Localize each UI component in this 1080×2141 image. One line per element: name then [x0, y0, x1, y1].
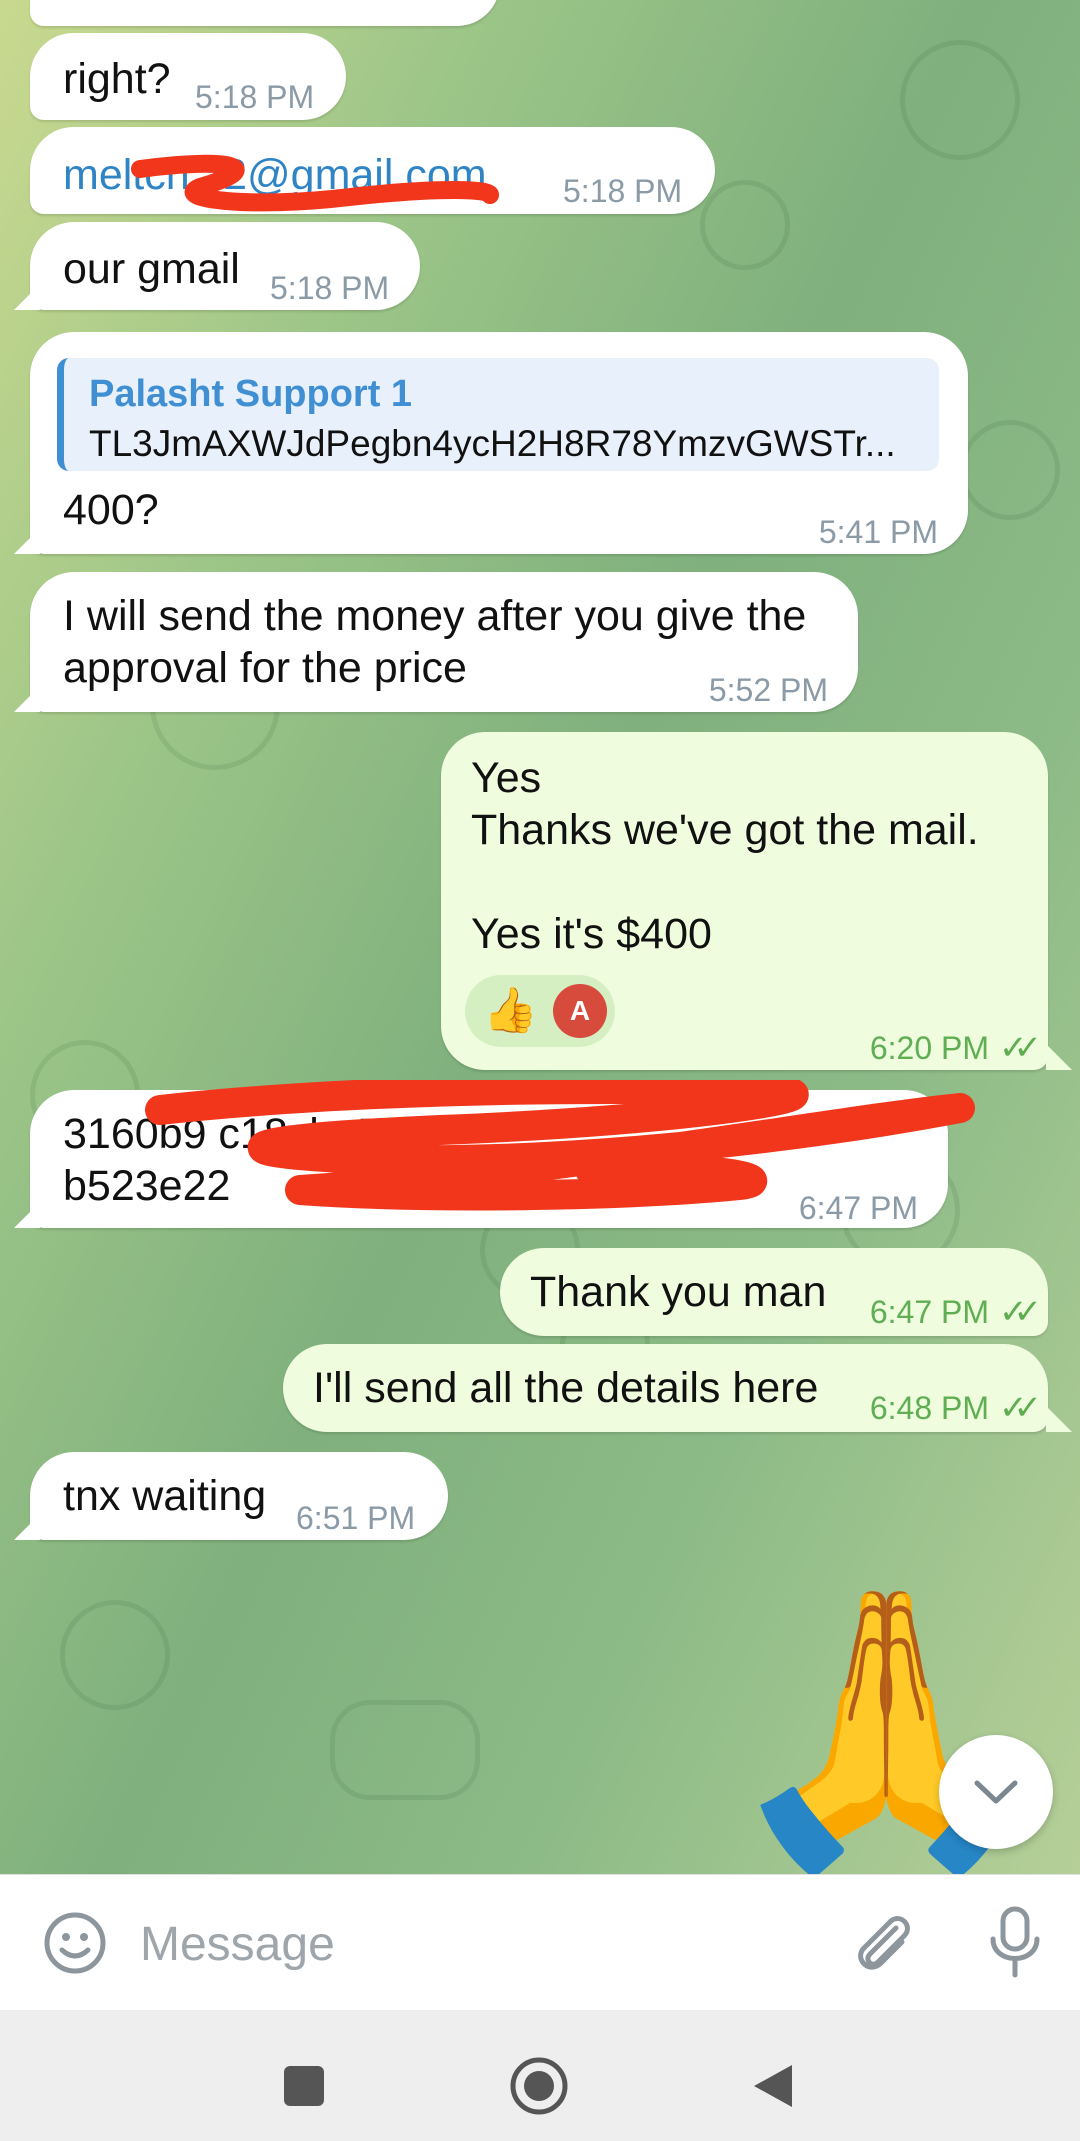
- chevron-down-icon: [974, 1780, 1018, 1804]
- microphone-icon[interactable]: [985, 1905, 1045, 1979]
- double-check-icon: ✓✓: [999, 1029, 1042, 1067]
- message-time: 6:47 PM ✓✓: [869, 1293, 1042, 1331]
- chat-background: 5:18 PM right? 5:18 PM meltcn z2@gmail.c…: [0, 0, 1080, 1874]
- message-text: tnx waiting: [63, 1472, 267, 1520]
- reply-preview[interactable]: Palasht Support 1 TL3JmAXWJdPegbn4ycH2H8…: [57, 358, 939, 471]
- message-bubble-reply[interactable]: Palasht Support 1 TL3JmAXWJdPegbn4ycH2H8…: [30, 332, 968, 554]
- double-check-icon: ✓✓: [999, 1293, 1042, 1331]
- recents-square-icon[interactable]: [282, 2064, 326, 2108]
- message-time: 5:52 PM: [708, 672, 828, 708]
- system-navigation-bar: [0, 2010, 1080, 2141]
- message-bubble-partial[interactable]: 5:18 PM: [30, 0, 500, 26]
- reaction-chip[interactable]: 👍 A: [465, 975, 615, 1047]
- message-text-line: 3160b9 c18cbe5: [63, 1110, 382, 1158]
- double-check-icon: ✓✓: [999, 1389, 1042, 1427]
- message-input-bar: [0, 1874, 1080, 2011]
- message-bubble[interactable]: tnx waiting 6:51 PM: [30, 1452, 448, 1540]
- message-bubble-outgoing[interactable]: Yes Thanks we've got the mail. Yes it's …: [441, 732, 1048, 1070]
- bubble-tail: [14, 686, 40, 712]
- message-time: 5:18 PM: [563, 173, 683, 209]
- message-bubble-outgoing[interactable]: I'll send all the details here 6:48 PM ✓✓: [283, 1344, 1048, 1432]
- scroll-down-button[interactable]: [939, 1735, 1053, 1849]
- message-time: 6:51 PM: [296, 1500, 416, 1536]
- message-text: 400?: [63, 486, 159, 534]
- home-circle-icon[interactable]: [509, 2056, 569, 2116]
- message-text-line: I will send the money after you give the: [63, 592, 807, 640]
- message-text-line: approval for the price: [63, 644, 467, 692]
- message-bubble-outgoing[interactable]: Thank you man 6:47 PM ✓✓: [500, 1248, 1048, 1336]
- bubble-tail: [1046, 1406, 1072, 1432]
- email-link[interactable]: meltcn z2@gmail.com: [63, 149, 487, 201]
- smile-icon[interactable]: [42, 1910, 108, 1976]
- message-bubble[interactable]: meltcn z2@gmail.com 5:18 PM: [30, 127, 715, 214]
- reaction-emoji: 👍: [483, 986, 538, 1035]
- message-text: I'll send all the details here: [313, 1364, 819, 1412]
- reply-sender-name: Palasht Support 1: [89, 373, 413, 415]
- message-time: 6:20 PM ✓✓: [869, 1029, 1042, 1067]
- message-time: 5:41 PM: [818, 514, 938, 550]
- message-time: 5:18 PM: [351, 0, 470, 12]
- message-input[interactable]: [138, 1905, 822, 1983]
- message-text-line: Yes it's $400: [471, 910, 712, 958]
- bubble-tail: [1046, 1044, 1072, 1070]
- reaction-avatar: A: [553, 984, 607, 1038]
- bubble-tail: [14, 1202, 40, 1228]
- bubble-tail: [14, 1514, 40, 1540]
- paperclip-icon[interactable]: [848, 1908, 918, 1978]
- message-text: our gmail: [63, 245, 240, 293]
- bubble-tail: [14, 528, 40, 554]
- message-text: Thank you man: [530, 1268, 827, 1316]
- message-bubble[interactable]: I will send the money after you give the…: [30, 572, 858, 712]
- message-text: right?: [63, 55, 171, 103]
- message-bubble[interactable]: right? 5:18 PM: [30, 33, 346, 120]
- message-time: 6:47 PM: [798, 1190, 918, 1226]
- message-time: 6:48 PM ✓✓: [869, 1389, 1042, 1427]
- message-bubble[interactable]: our gmail 5:18 PM: [30, 222, 420, 310]
- message-time: 5:18 PM: [195, 79, 315, 115]
- back-triangle-icon[interactable]: [750, 2061, 796, 2111]
- message-text-line: Thanks we've got the mail.: [471, 806, 979, 854]
- message-text-line: b523e22: [63, 1162, 231, 1210]
- message-time: 5:18 PM: [270, 270, 390, 306]
- message-text-line: Yes: [471, 754, 542, 802]
- reply-text: TL3JmAXWJdPegbn4ycH2H8R78YmzvGWSTr...: [89, 423, 896, 464]
- message-bubble[interactable]: 3160b9 c18cbe5 b523e22 6:47 PM: [30, 1080, 975, 1228]
